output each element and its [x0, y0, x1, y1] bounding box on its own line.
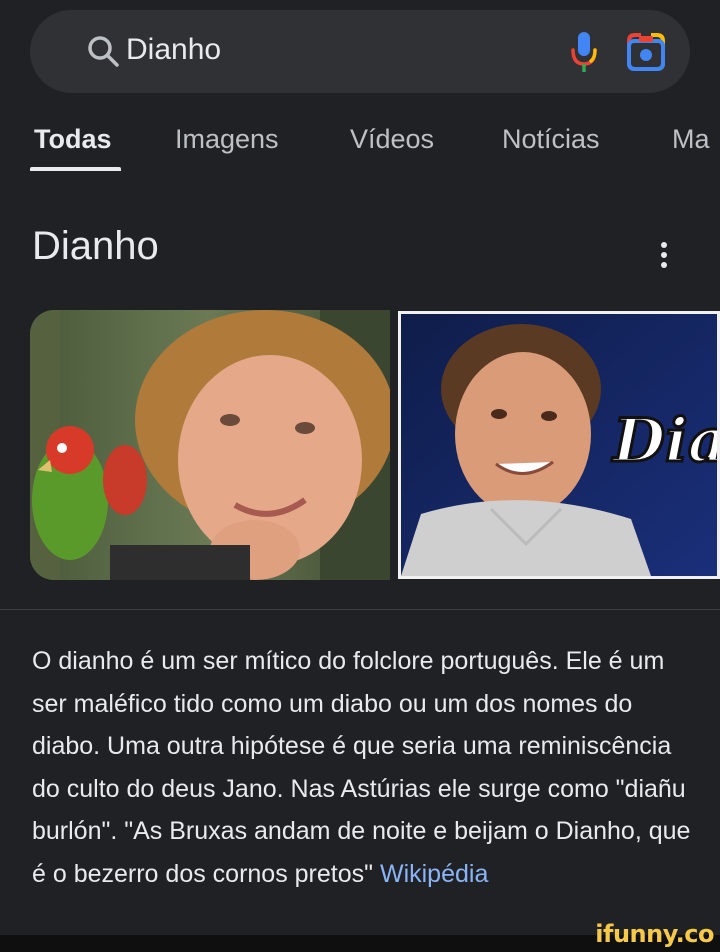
search-tabs: Todas Imagens Vídeos Notícias Ma: [0, 110, 720, 172]
entity-description: O dianho é um ser mítico do folclore por…: [32, 640, 702, 895]
google-lens-icon[interactable]: [625, 31, 667, 73]
search-icon[interactable]: [84, 32, 124, 72]
active-tab-indicator: [30, 167, 121, 171]
tab-maps[interactable]: Ma: [672, 124, 710, 155]
more-vert-icon[interactable]: [654, 240, 674, 270]
search-bar[interactable]: Dianho: [30, 10, 690, 93]
tab-news[interactable]: Notícias: [502, 124, 600, 155]
entity-image-1[interactable]: [30, 310, 390, 580]
tab-all[interactable]: Todas: [34, 124, 112, 155]
ifunny-watermark: ifunny.co: [595, 920, 714, 948]
wikipedia-link[interactable]: Wikipédia: [380, 860, 488, 888]
entity-image-2[interactable]: Dia: [398, 311, 720, 579]
tab-images[interactable]: Imagens: [175, 124, 279, 155]
entity-title: Dianho: [32, 224, 159, 268]
mic-icon[interactable]: [566, 28, 602, 76]
divider: [0, 609, 720, 610]
tab-videos[interactable]: Vídeos: [350, 124, 434, 155]
description-text: O dianho é um ser mítico do folclore por…: [32, 647, 691, 888]
search-input[interactable]: Dianho: [126, 30, 221, 70]
image-caption-text: Dia: [612, 405, 720, 478]
